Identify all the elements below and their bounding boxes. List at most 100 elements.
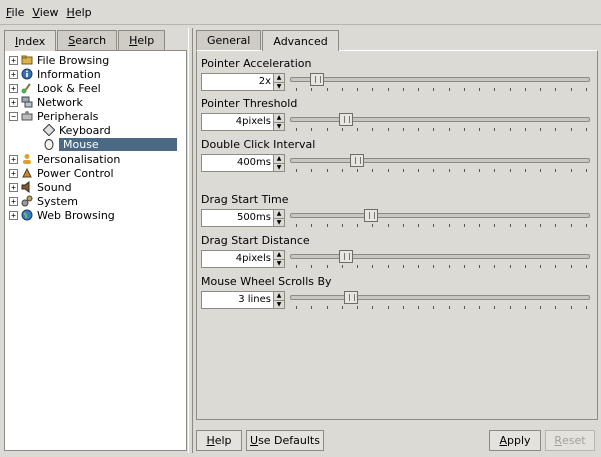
slider-thumb[interactable] xyxy=(364,209,378,222)
tab-general[interactable]: General xyxy=(196,30,262,50)
slider-tick xyxy=(449,306,450,309)
setting-label: Pointer Threshold xyxy=(201,97,298,110)
spin-up-icon[interactable]: ▲ xyxy=(274,114,284,123)
slider[interactable] xyxy=(290,154,590,176)
slider-tick xyxy=(357,128,358,131)
tree-item-label: System xyxy=(37,194,79,208)
slider-trough[interactable] xyxy=(290,213,590,218)
spin-down-icon[interactable]: ▼ xyxy=(274,82,284,90)
tab-search[interactable]: Search xyxy=(57,30,118,50)
spinbox-value[interactable]: 4pixels xyxy=(202,114,273,130)
slider-tick xyxy=(571,128,572,131)
spin-down-icon[interactable]: ▼ xyxy=(274,122,284,130)
expand-icon[interactable]: + xyxy=(9,69,18,79)
slider[interactable] xyxy=(290,250,590,272)
tab-help[interactable]: Help xyxy=(118,30,166,50)
tree-item-system[interactable]: + System xyxy=(9,194,78,208)
expand-icon[interactable]: + xyxy=(9,210,18,220)
slider-tick xyxy=(342,88,343,91)
spinbox[interactable]: 3 lines ▲ ▼ xyxy=(201,291,285,309)
setting-label: Drag Start Time xyxy=(201,193,289,206)
keyboard-icon xyxy=(43,124,55,136)
tab-index[interactable]: Index xyxy=(4,30,57,51)
slider-tick xyxy=(327,306,328,309)
spin-up-icon[interactable]: ▲ xyxy=(274,74,284,83)
tree-item-information[interactable]: + Information xyxy=(9,67,101,81)
expand-icon[interactable]: + xyxy=(9,83,18,93)
slider-trough[interactable] xyxy=(290,295,590,300)
spinbox-value[interactable]: 400ms xyxy=(202,155,273,171)
apply-button[interactable]: Apply xyxy=(489,430,541,451)
tree-item-label: Personalisation xyxy=(37,152,121,166)
menu-file[interactable]: File xyxy=(6,6,24,19)
spin-down-icon[interactable]: ▼ xyxy=(274,218,284,226)
slider-trough[interactable] xyxy=(290,158,590,163)
slider[interactable] xyxy=(290,291,590,313)
spin-up-icon[interactable]: ▲ xyxy=(274,251,284,260)
spinbox[interactable]: 4pixels ▲ ▼ xyxy=(201,113,285,131)
spin-up-icon[interactable]: ▲ xyxy=(274,155,284,164)
tree-item-personalisation[interactable]: + Personalisation xyxy=(9,152,120,166)
slider-tick xyxy=(449,169,450,172)
slider-thumb[interactable] xyxy=(339,250,353,263)
spin-up-icon[interactable]: ▲ xyxy=(274,210,284,219)
tree-item-power-control[interactable]: + Power Control xyxy=(9,166,114,180)
spin-down-icon[interactable]: ▼ xyxy=(274,300,284,308)
slider-thumb[interactable] xyxy=(344,291,358,304)
slider-tick xyxy=(357,224,358,227)
tree-item-file-browsing[interactable]: + File Browsing xyxy=(9,53,109,67)
expand-icon[interactable]: + xyxy=(9,154,18,164)
expand-icon[interactable]: + xyxy=(9,97,18,107)
help-button[interactable]: Help xyxy=(196,430,242,451)
slider[interactable] xyxy=(290,209,590,231)
spinbox-value[interactable]: 3 lines xyxy=(202,292,273,308)
menu-view[interactable]: View xyxy=(32,6,58,19)
reset-button[interactable]: Reset xyxy=(545,430,595,451)
slider-trough[interactable] xyxy=(290,117,590,122)
expand-icon[interactable]: + xyxy=(9,55,18,65)
slider-thumb[interactable] xyxy=(310,73,324,86)
tree-item-mouse[interactable]: Mouse xyxy=(43,137,177,151)
slider[interactable] xyxy=(290,73,590,95)
slider-tick xyxy=(510,169,511,172)
spinbox[interactable]: 500ms ▲ ▼ xyxy=(201,209,285,227)
slider-tick xyxy=(494,88,495,91)
slider-trough[interactable] xyxy=(290,254,590,259)
expand-icon[interactable]: + xyxy=(9,182,18,192)
spin-down-icon[interactable]: ▼ xyxy=(274,259,284,267)
slider-tick xyxy=(555,88,556,91)
slider-trough[interactable] xyxy=(290,77,590,82)
slider-tick xyxy=(510,265,511,268)
collapse-icon[interactable]: − xyxy=(9,111,18,121)
spinbox[interactable]: 400ms ▲ ▼ xyxy=(201,154,285,172)
tree-item-network[interactable]: + Network xyxy=(9,95,83,109)
spinbox[interactable]: 2x ▲ ▼ xyxy=(201,73,285,91)
spinbox-value[interactable]: 2x xyxy=(202,74,273,90)
expand-icon[interactable]: + xyxy=(9,196,18,206)
slider-tick xyxy=(494,265,495,268)
pane-splitter[interactable] xyxy=(188,28,193,453)
slider-tick xyxy=(494,224,495,227)
tree-item-sound[interactable]: + Sound xyxy=(9,180,72,194)
spin-up-icon[interactable]: ▲ xyxy=(274,292,284,301)
tree-item-keyboard[interactable]: Keyboard xyxy=(43,123,111,137)
slider-thumb[interactable] xyxy=(339,113,353,126)
slider-tick xyxy=(327,169,328,172)
tree-item-peripherals[interactable]: − Peripherals xyxy=(9,109,98,123)
slider-tick xyxy=(586,128,587,131)
spinbox-value[interactable]: 500ms xyxy=(202,210,273,226)
network-icon xyxy=(21,96,33,108)
slider-tick xyxy=(357,88,358,91)
slider[interactable] xyxy=(290,113,590,135)
tree-item-web-browsing[interactable]: + Web Browsing xyxy=(9,208,115,222)
spinbox[interactable]: 4pixels ▲ ▼ xyxy=(201,250,285,268)
tree-item-look-feel[interactable]: + Look & Feel xyxy=(9,81,101,95)
spinbox-value[interactable]: 4pixels xyxy=(202,251,273,267)
menu-help[interactable]: Help xyxy=(67,6,92,19)
spin-down-icon[interactable]: ▼ xyxy=(274,163,284,171)
expand-icon[interactable]: + xyxy=(9,168,18,178)
use-defaults-button[interactable]: Use Defaults xyxy=(246,430,324,451)
slider-thumb[interactable] xyxy=(350,154,364,167)
tab-advanced[interactable]: Advanced xyxy=(262,30,339,51)
slider-tick xyxy=(403,306,404,309)
